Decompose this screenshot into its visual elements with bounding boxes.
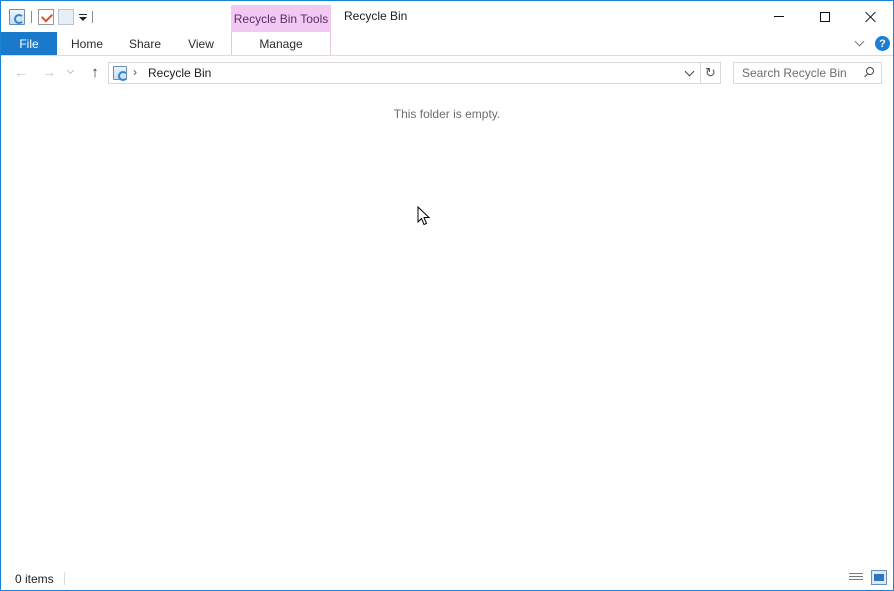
customize-dropdown-icon[interactable]	[78, 9, 88, 25]
properties-icon[interactable]	[38, 9, 54, 25]
address-dropdown-icon[interactable]	[684, 67, 696, 79]
minimize-icon	[774, 16, 784, 17]
forward-arrow-icon[interactable]: →	[41, 64, 57, 80]
window-title: Recycle Bin	[344, 9, 408, 23]
maximize-icon	[820, 11, 830, 22]
search-box	[733, 62, 882, 84]
recycle-bin-tools-header: Recycle Bin Tools	[231, 5, 331, 32]
empty-folder-message: This folder is empty.	[393, 107, 501, 121]
back-arrow-icon[interactable]: ←	[13, 64, 29, 80]
close-icon	[865, 11, 877, 23]
quick-access-toolbar	[9, 7, 99, 27]
close-button[interactable]	[848, 1, 893, 32]
minimize-button[interactable]	[756, 1, 802, 32]
qat-separator	[92, 11, 93, 23]
maximize-button[interactable]	[802, 1, 848, 32]
refresh-icon[interactable]: ↻	[701, 62, 721, 84]
recent-locations-icon[interactable]	[65, 64, 77, 80]
help-button[interactable]: ?	[875, 36, 890, 51]
breadcrumb-chevron-icon[interactable]: ›	[133, 65, 137, 79]
tab-manage[interactable]: Manage	[231, 32, 331, 55]
status-bar: 0 items	[1, 566, 893, 590]
address-bar[interactable]: › Recycle Bin	[108, 62, 701, 84]
file-list-area[interactable]: This folder is empty.	[1, 88, 893, 566]
recycle-bin-icon[interactable]	[9, 9, 25, 25]
explorer-window: Recycle Bin Tools Recycle Bin File Home …	[0, 0, 894, 591]
item-count: 0 items	[15, 572, 54, 586]
up-arrow-icon[interactable]: ↑	[87, 64, 103, 81]
tab-file[interactable]: File	[1, 32, 57, 55]
details-view-icon[interactable]	[848, 571, 864, 585]
tab-view[interactable]: View	[179, 32, 223, 55]
search-input[interactable]	[734, 63, 858, 83]
tab-share[interactable]: Share	[121, 32, 169, 55]
status-separator	[64, 572, 65, 585]
expand-ribbon-icon[interactable]	[853, 37, 867, 51]
search-icon[interactable]	[863, 67, 875, 79]
title-bar[interactable]: Recycle Bin Tools Recycle Bin	[1, 1, 893, 32]
mouse-cursor-icon	[417, 206, 431, 226]
new-folder-icon[interactable]	[58, 9, 74, 25]
qat-separator	[31, 11, 32, 23]
ribbon-tabs: File Home Share View Manage ?	[1, 32, 893, 56]
large-icons-view-icon[interactable]	[871, 570, 887, 585]
breadcrumb-recycle-bin[interactable]: Recycle Bin	[148, 66, 211, 80]
recycle-bin-icon	[113, 66, 128, 81]
tab-home[interactable]: Home	[63, 32, 111, 55]
navigation-bar: ← → ↑ › Recycle Bin ↻	[1, 56, 893, 88]
